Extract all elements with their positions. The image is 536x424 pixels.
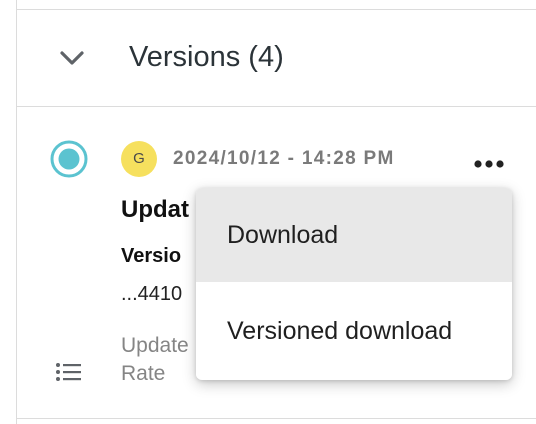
menu-item-versioned-download[interactable]: Versioned download <box>196 284 512 378</box>
avatar: G <box>121 141 157 177</box>
version-value: ...4410 <box>121 283 183 305</box>
menu-item-label: Versioned download <box>227 317 453 345</box>
section-divider <box>16 106 536 107</box>
chevron-down-icon[interactable] <box>57 47 87 69</box>
versions-panel: Versions (4) G 2024/10/12 - 14:28 PM Upd… <box>0 0 536 424</box>
version-timestamp: 2024/10/12 - 14:28 PM <box>173 148 395 169</box>
more-horizontal-icon[interactable] <box>471 150 507 176</box>
panel-left-border <box>16 0 17 424</box>
menu-item-label: Download <box>227 221 339 249</box>
versions-section-title[interactable]: Versions (4) <box>129 38 284 76</box>
version-context-menu: Download Versioned download <box>196 188 512 380</box>
version-label: Versio <box>121 245 182 267</box>
version-detail-line-2: Rate <box>121 362 166 385</box>
bottom-divider <box>16 418 536 419</box>
menu-item-download[interactable]: Download <box>196 188 512 282</box>
top-divider <box>16 9 536 10</box>
radio-selected-icon[interactable] <box>49 139 89 179</box>
version-detail-line-1: Update <box>121 334 189 357</box>
version-title: Updat <box>121 196 189 223</box>
list-icon[interactable] <box>54 359 84 385</box>
